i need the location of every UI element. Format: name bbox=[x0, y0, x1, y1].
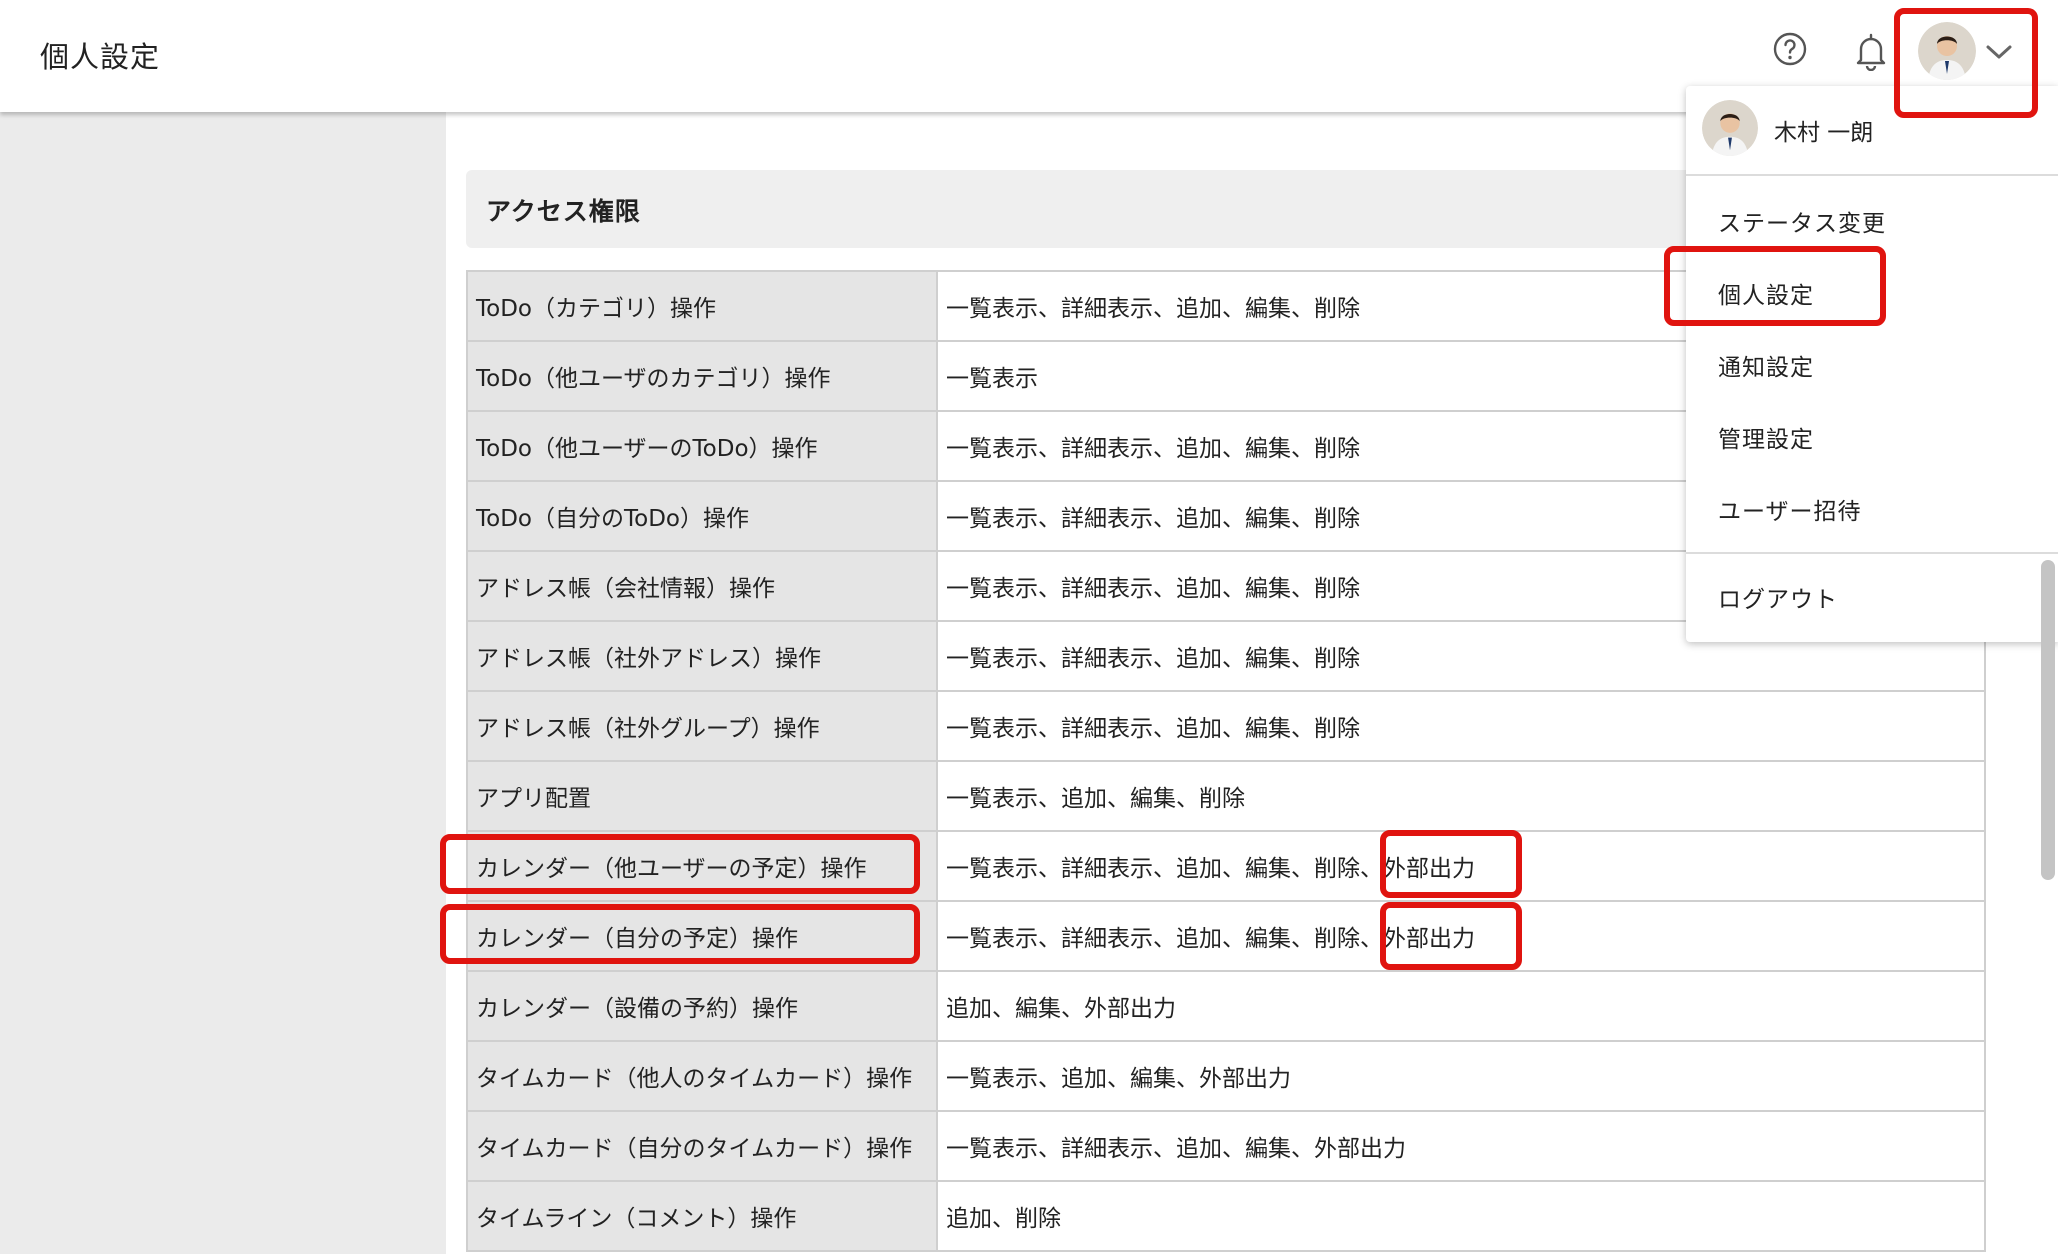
menu-item-notification-settings[interactable]: 通知設定 bbox=[1718, 348, 1814, 382]
permission-value: 一覧表示、追加、編集、削除 bbox=[936, 760, 1986, 832]
menu-item-invite-user[interactable]: ユーザー招待 bbox=[1718, 492, 1862, 526]
permission-value: 一覧表示、詳細表示、追加、編集、削除、外部出力 bbox=[936, 830, 1986, 902]
permission-label: カレンダー（他ユーザーの予定）操作 bbox=[466, 830, 938, 902]
table-row: カレンダー（自分の予定）操作 一覧表示、詳細表示、追加、編集、削除、外部出力 bbox=[466, 900, 1986, 972]
avatar bbox=[1702, 100, 1758, 156]
permission-label: タイムカード（自分のタイムカード）操作 bbox=[466, 1110, 938, 1182]
permission-value: 追加、削除 bbox=[936, 1180, 1986, 1252]
permission-label: ToDo（他ユーザーのToDo）操作 bbox=[466, 410, 938, 482]
menu-item-personal-settings[interactable]: 個人設定 bbox=[1718, 276, 1814, 310]
user-name: 木村 一朗 bbox=[1774, 120, 1874, 146]
menu-divider bbox=[1686, 552, 2058, 554]
table-row: アプリ配置 一覧表示、追加、編集、削除 bbox=[466, 760, 1986, 832]
user-avatar-button[interactable] bbox=[1918, 22, 1976, 80]
table-row: カレンダー（設備の予約）操作 追加、編集、外部出力 bbox=[466, 970, 1986, 1042]
section-title: アクセス権限 bbox=[486, 197, 641, 226]
menu-item-logout[interactable]: ログアウト bbox=[1718, 580, 1838, 614]
table-row: タイムライン（コメント）操作 追加、削除 bbox=[466, 1180, 1986, 1252]
chevron-down-icon[interactable] bbox=[1984, 42, 2014, 62]
page-title: 個人設定 bbox=[40, 40, 161, 74]
permission-value: 一覧表示、追加、編集、外部出力 bbox=[936, 1040, 1986, 1112]
permission-label: ToDo（他ユーザのカテゴリ）操作 bbox=[466, 340, 938, 412]
permission-label: ToDo（カテゴリ）操作 bbox=[466, 270, 938, 342]
permission-label: ToDo（自分のToDo）操作 bbox=[466, 480, 938, 552]
table-row: カレンダー（他ユーザーの予定）操作 一覧表示、詳細表示、追加、編集、削除、外部出力 bbox=[466, 830, 1986, 902]
menu-item-status-change[interactable]: ステータス変更 bbox=[1718, 204, 1886, 238]
permission-label: タイムカード（他人のタイムカード）操作 bbox=[466, 1040, 938, 1112]
permission-value: 一覧表示、詳細表示、追加、編集、削除、外部出力 bbox=[936, 900, 1986, 972]
permission-label: アドレス帳（会社情報）操作 bbox=[466, 550, 938, 622]
scrollbar-thumb[interactable] bbox=[2041, 560, 2055, 880]
permission-label: カレンダー（設備の予約）操作 bbox=[466, 970, 938, 1042]
user-dropdown-menu: 木村 一朗 ステータス変更 個人設定 通知設定 管理設定 ユーザー招待 ログアウ… bbox=[1686, 86, 2058, 642]
table-row: タイムカード（自分のタイムカード）操作 一覧表示、詳細表示、追加、編集、外部出力 bbox=[466, 1110, 1986, 1182]
permission-label: アドレス帳（社外アドレス）操作 bbox=[466, 620, 938, 692]
permission-label: タイムライン（コメント）操作 bbox=[466, 1180, 938, 1252]
permission-label: アプリ配置 bbox=[466, 760, 938, 832]
table-row: アドレス帳（社外グループ）操作 一覧表示、詳細表示、追加、編集、削除 bbox=[466, 690, 1986, 762]
menu-item-admin-settings[interactable]: 管理設定 bbox=[1718, 420, 1814, 454]
permission-value: 追加、編集、外部出力 bbox=[936, 970, 1986, 1042]
help-circle-icon[interactable] bbox=[1773, 32, 1807, 66]
permission-label: カレンダー（自分の予定）操作 bbox=[466, 900, 938, 972]
menu-divider bbox=[1686, 174, 2058, 176]
bell-icon[interactable] bbox=[1853, 31, 1889, 71]
permission-value: 一覧表示、詳細表示、追加、編集、削除 bbox=[936, 690, 1986, 762]
table-row: タイムカード（他人のタイムカード）操作 一覧表示、追加、編集、外部出力 bbox=[466, 1040, 1986, 1112]
permission-label: アドレス帳（社外グループ）操作 bbox=[466, 690, 938, 762]
permission-value: 一覧表示、詳細表示、追加、編集、外部出力 bbox=[936, 1110, 1986, 1182]
